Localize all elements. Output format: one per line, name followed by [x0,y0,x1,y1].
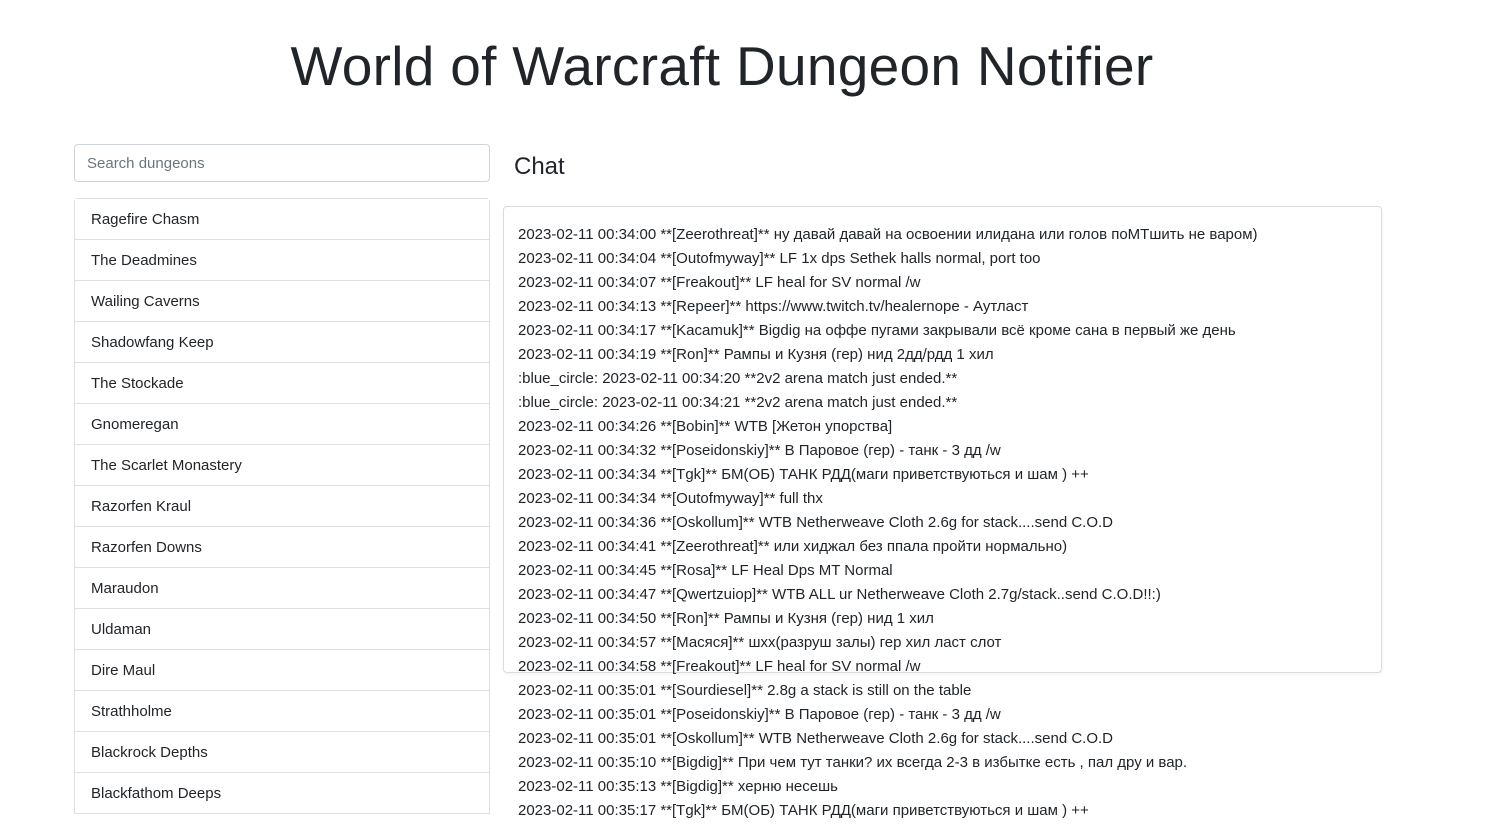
dungeon-item[interactable]: Razorfen Kraul [75,486,489,527]
chat-message: 2023-02-11 00:35:01 **[Poseidonskiy]** В… [518,706,1001,723]
chat-message: 2023-02-11 00:34:58 **[Freakout]** LF he… [518,658,921,675]
page-title: World of Warcraft Dungeon Notifier [290,35,1154,97]
chat-message: 2023-02-11 00:34:34 **[Outofmyway]** ful… [518,490,823,507]
chat-message: :blue_circle: 2023-02-11 00:34:20 **2v2 … [518,370,958,387]
dungeon-item[interactable]: Shadowfang Keep [75,322,489,363]
chat-message: 2023-02-11 00:35:10 **[Bigdig]** При чем… [518,754,1188,771]
dungeon-item[interactable]: Strathholme [75,691,489,732]
dungeon-item[interactable]: Wailing Caverns [75,281,489,322]
chat-message: 2023-02-11 00:34:26 **[Bobin]** WTB [Жет… [518,418,893,435]
chat-messages: 2023-02-11 00:34:00 **[Zeerothreat]** ну… [518,223,1418,823]
chat-message: 2023-02-11 00:34:36 **[Oskollum]** WTB N… [518,514,1114,531]
dungeon-item[interactable]: The Deadmines [75,240,489,281]
chat-message: 2023-02-11 00:34:13 **[Repeer]** https:/… [518,298,1029,315]
dungeon-item[interactable]: Blackrock Depths [75,732,489,773]
chat-message: 2023-02-11 00:34:41 **[Zeerothreat]** ил… [518,538,1068,555]
dungeon-item[interactable]: Maraudon [75,568,489,609]
dungeon-list: Ragefire Chasm The Deadmines Wailing Caver… [74,198,490,814]
chat-message: :blue_circle: 2023-02-11 00:34:21 **2v2 … [518,394,958,411]
dungeon-item[interactable]: Gnomeregan [75,404,489,445]
dungeon-item[interactable]: Razorfen Downs [75,527,489,568]
chat-message: 2023-02-11 00:35:01 **[Oskollum]** WTB N… [518,730,1114,747]
chat-message: 2023-02-11 00:34:00 **[Zeerothreat]** ну… [518,226,1258,243]
chat-message: 2023-02-11 00:34:45 **[Rosa]** LF Heal D… [518,562,893,579]
chat-message: 2023-02-11 00:34:50 **[Ron]** Рампы и Ку… [518,610,934,627]
dungeon-item[interactable]: Ragefire Chasm [75,199,489,240]
chat-message: 2023-02-11 00:34:34 **[Tgk]** БМ(ОБ) ТАН… [518,466,1089,483]
chat-message: 2023-02-11 00:34:07 **[Freakout]** LF he… [518,274,921,291]
chat-message: 2023-02-11 00:34:19 **[Ron]** Рампы и Ку… [518,346,994,363]
dungeon-item[interactable]: The Stockade [75,363,489,404]
chat-message: 2023-02-11 00:34:57 **[Масяся]** шхх(раз… [518,634,1002,651]
chat-message: 2023-02-11 00:34:32 **[Poseidonskiy]** В… [518,442,1001,459]
chat-message: 2023-02-11 00:34:04 **[Outofmyway]** LF … [518,250,1041,267]
page: World of Warcraft Dungeon Notifier Ragef… [0,0,1502,830]
chat-message: 2023-02-11 00:35:17 **[Tgk]** БМ(ОБ) ТАН… [518,802,1089,819]
chat-message: 2023-02-11 00:35:13 **[Bigdig]** херню н… [518,778,838,795]
chat-message: 2023-02-11 00:35:01 **[Sourdiesel]** 2.8… [518,682,972,699]
chat-heading: Chat [514,153,565,180]
search-input[interactable] [74,144,490,182]
dungeon-item[interactable]: Uldaman [75,609,489,650]
chat-message: 2023-02-11 00:34:17 **[Kacamuk]** Bigdig… [518,322,1236,339]
dungeon-item[interactable]: The Scarlet Monastery [75,445,489,486]
dungeon-item[interactable]: Blackfathom Deeps [75,773,489,814]
dungeon-item[interactable]: Dire Maul [75,650,489,691]
chat-message: 2023-02-11 00:34:47 **[Qwertzuiop]** WTB… [518,586,1161,603]
